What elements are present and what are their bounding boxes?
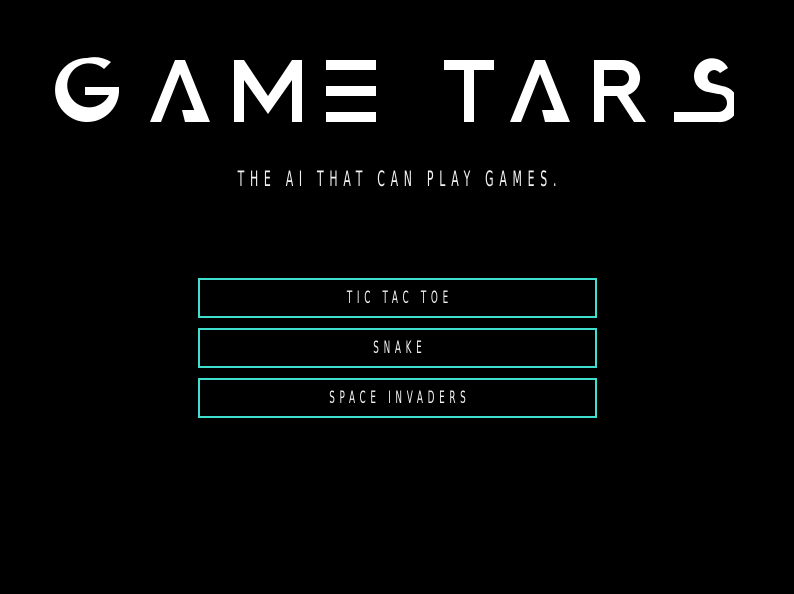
tagline: THE AI THAT CAN PLAY GAMES. — [237, 167, 563, 191]
logo-letter-m — [234, 60, 302, 122]
tic-tac-toe-label: TIC TAC TOE — [346, 288, 453, 308]
logo-letter-a2 — [510, 60, 570, 122]
space-invaders-label: SPACE INVADERS — [329, 388, 471, 408]
game-menu: TIC TAC TOE SNAKE SPACE INVADERS — [198, 278, 597, 428]
snake-button[interactable]: SNAKE — [198, 328, 597, 368]
logo-letter-e — [326, 60, 376, 70]
logo-letter-s — [674, 58, 734, 123]
tic-tac-toe-button[interactable]: TIC TAC TOE — [198, 278, 597, 318]
logo-wordmark — [55, 57, 734, 123]
logo-letter-a — [150, 60, 210, 122]
logo-letter-r — [594, 59, 646, 122]
space-invaders-button[interactable]: SPACE INVADERS — [198, 378, 597, 418]
snake-label: SNAKE — [373, 338, 427, 358]
logo-letter-g — [55, 57, 119, 122]
logo-letter-t — [444, 60, 494, 122]
game-tars-logo: GAME TARS — [54, 56, 734, 124]
